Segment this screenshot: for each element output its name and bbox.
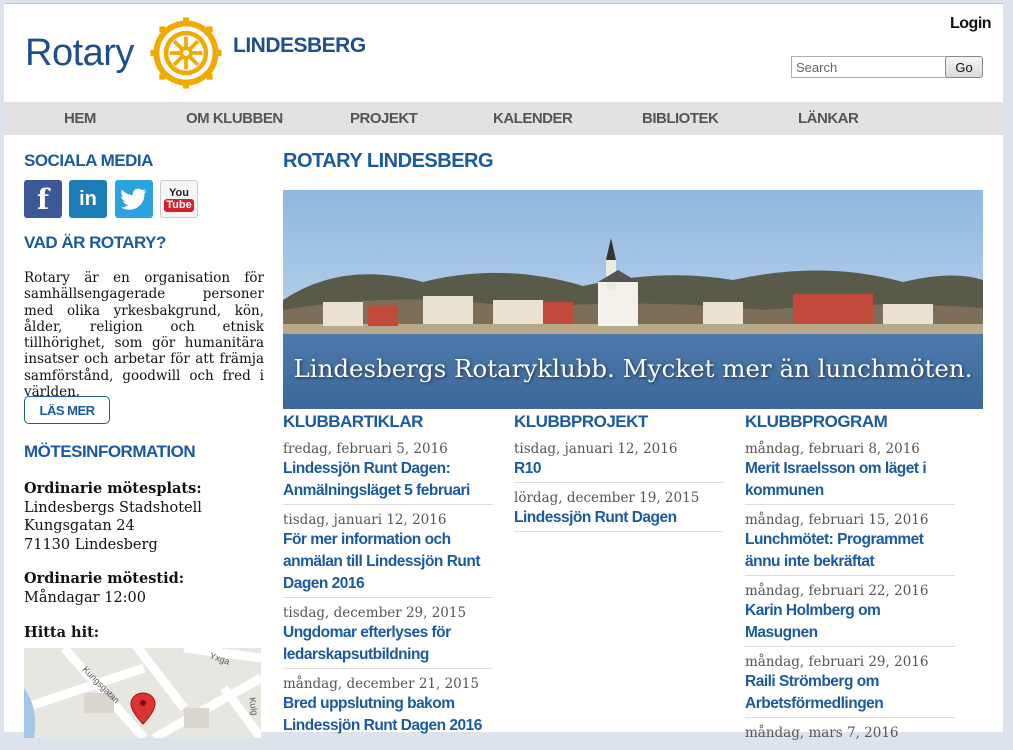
social-media-heading: SOCIALA MEDIA: [24, 151, 153, 170]
read-more-button[interactable]: LÄS MER: [24, 396, 110, 424]
rotary-wheel-logo-icon[interactable]: [149, 16, 223, 90]
item-date: måndag, februari 29, 2016: [745, 654, 929, 670]
hero-caption: Lindesbergs Rotaryklubb. Mycket mer än l…: [293, 354, 973, 383]
directions-label: Hitta hit:: [24, 624, 100, 641]
club-program-column: KLUBBPROGRAM måndag, februari 8, 2016 Me…: [745, 412, 955, 750]
item-date: måndag, februari 8, 2016: [745, 441, 920, 457]
search-input[interactable]: [791, 56, 947, 78]
main-nav: HEM OM KLUBBEN PROJEKT KALENDER BIBLIOTE…: [4, 102, 1003, 135]
item-link[interactable]: Merit Israelsson om läget i kommunen: [745, 458, 955, 502]
item-link[interactable]: R10: [514, 458, 724, 480]
login-link[interactable]: Login: [950, 15, 992, 33]
club-articles-column: KLUBBARTIKLAR fredag, februari 5, 2016 L…: [283, 412, 493, 746]
item-date: tisdag, januari 12, 2016: [283, 512, 447, 528]
youtube-icon[interactable]: You Tube: [160, 180, 198, 218]
item-link[interactable]: Bred uppslutning bakom Lindessjön Runt D…: [283, 693, 493, 737]
item-date: måndag, februari 15, 2016: [745, 512, 929, 528]
about-rotary-heading: VAD ÄR ROTARY?: [24, 233, 166, 252]
item-link[interactable]: Lindessjön Runt Dagen: [514, 507, 724, 529]
item-link[interactable]: Lunchmötet: Programmet ännu inte bekräft…: [745, 529, 955, 573]
list-item: måndag, mars 7, 2016: [745, 724, 955, 744]
item-date: tisdag, december 29, 2015: [283, 605, 467, 621]
list-item: måndag, februari 15, 2016 Lunchmötet: Pr…: [745, 511, 955, 576]
list-item: måndag, februari 8, 2016 Merit Israelsso…: [745, 440, 955, 505]
item-link[interactable]: Lindessjön Runt Dagen: Anmälningsläget 5…: [283, 458, 493, 502]
facebook-icon[interactable]: f: [24, 180, 62, 218]
page: Rotary LINDESBERG Login Go HEM OM KLUBBE: [4, 3, 1003, 741]
search-go-button[interactable]: Go: [945, 56, 983, 78]
club-projects-column: KLUBBPROJEKT tisdag, januari 12, 2016 R1…: [514, 412, 724, 538]
nav-kalender[interactable]: KALENDER: [493, 110, 573, 127]
location-map[interactable]: Kungsgatan Yxga Kulg: [24, 648, 261, 738]
item-date: fredag, februari 5, 2016: [283, 441, 448, 457]
twitter-icon[interactable]: [115, 180, 153, 218]
meeting-time: Ordinarie mötestid: Måndagar 12:00: [24, 570, 184, 607]
list-item: tisdag, december 29, 2015 Ungdomar efter…: [283, 604, 493, 669]
meeting-place-line: Lindesbergs Stadshotell: [24, 499, 202, 516]
item-link[interactable]: Ungdomar efterlyses för ledarskapsutbild…: [283, 622, 493, 666]
meeting-time-value: Måndagar 12:00: [24, 589, 147, 606]
nav-projekt[interactable]: PROJEKT: [350, 110, 418, 127]
club-name: LINDESBERG: [233, 34, 366, 57]
linkedin-icon[interactable]: in: [69, 180, 107, 218]
list-item: lördag, december 19, 2015 Lindessjön Run…: [514, 489, 724, 532]
nav-hem[interactable]: HEM: [64, 110, 96, 127]
list-item: fredag, februari 5, 2016 Lindessjön Runt…: [283, 440, 493, 505]
page-title: ROTARY LINDESBERG: [283, 150, 494, 172]
nav-lankar[interactable]: LÄNKAR: [798, 110, 859, 127]
club-projects-heading: KLUBBPROJEKT: [514, 412, 648, 431]
meeting-place-line: 71130 Lindesberg: [24, 536, 158, 553]
item-link[interactable]: Raili Strömberg om Arbetsförmedlingen: [745, 671, 955, 715]
club-articles-heading: KLUBBARTIKLAR: [283, 412, 423, 431]
item-date: måndag, mars 7, 2016: [745, 725, 899, 741]
meeting-time-label: Ordinarie mötestid:: [24, 570, 185, 587]
meeting-place-line: Kungsgatan 24: [24, 518, 135, 534]
hero-image: Lindesbergs Rotaryklubb. Mycket mer än l…: [283, 190, 983, 409]
list-item: måndag, februari 22, 2016 Karin Holmberg…: [745, 582, 955, 647]
item-date: måndag, februari 22, 2016: [745, 583, 929, 599]
list-item: tisdag, januari 12, 2016 För mer informa…: [283, 511, 493, 598]
about-rotary-text: Rotary är en organisation för samhällsen…: [24, 270, 264, 401]
list-item: måndag, februari 29, 2016 Raili Strömber…: [745, 653, 955, 718]
item-date: tisdag, januari 12, 2016: [514, 441, 678, 457]
list-item: tisdag, januari 12, 2016 R10: [514, 440, 724, 483]
meeting-place-label: Ordinarie mötesplats:: [24, 480, 202, 497]
item-link[interactable]: För mer information och anmälan till Lin…: [283, 529, 493, 595]
item-date: lördag, december 19, 2015: [514, 490, 700, 506]
rotary-wordmark[interactable]: Rotary: [25, 32, 134, 75]
item-link[interactable]: Karin Holmberg om Masugnen: [745, 600, 955, 644]
meeting-info-heading: MÖTESINFORMATION: [24, 442, 196, 461]
nav-om-klubben[interactable]: OM KLUBBEN: [186, 110, 283, 127]
nav-bibliotek[interactable]: BIBLIOTEK: [642, 110, 719, 127]
list-item: måndag, december 21, 2015 Bred uppslutni…: [283, 675, 493, 740]
club-program-heading: KLUBBPROGRAM: [745, 412, 888, 431]
meeting-place: Ordinarie mötesplats: Lindesbergs Stadsh…: [24, 480, 202, 554]
item-date: måndag, december 21, 2015: [283, 676, 479, 692]
